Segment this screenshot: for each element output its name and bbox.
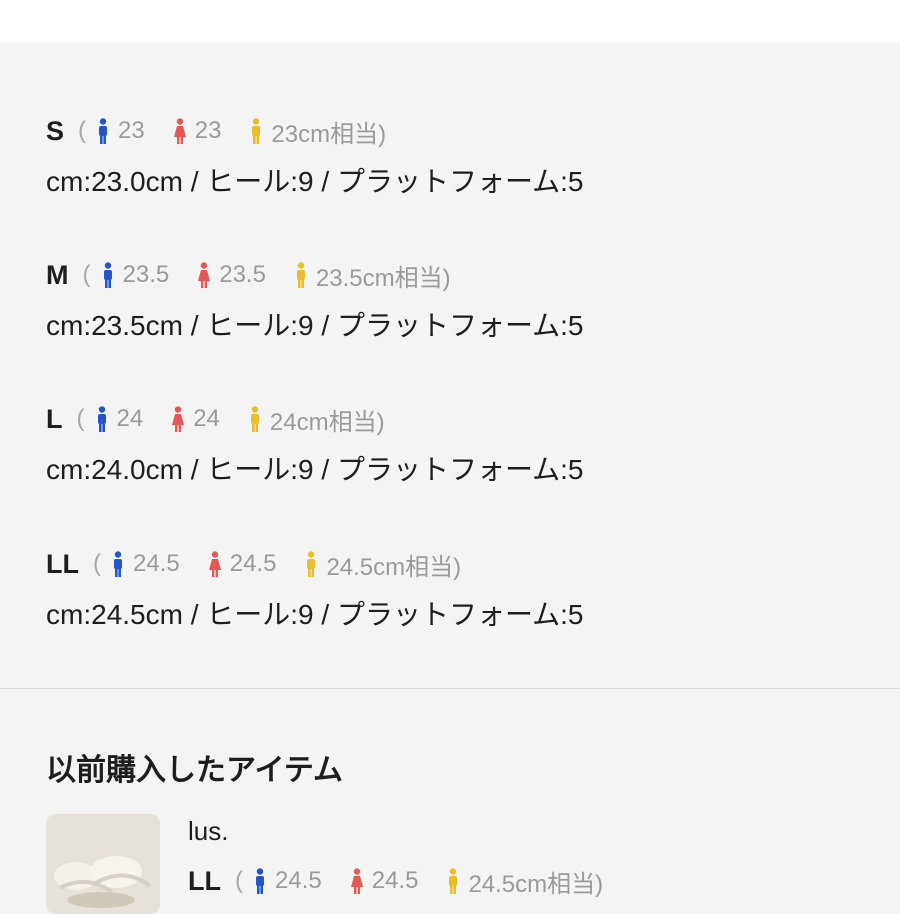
unisex-icon bbox=[307, 551, 316, 577]
unisex-icon bbox=[252, 118, 261, 144]
paren-open: ( bbox=[82, 261, 91, 288]
size-label: LL bbox=[188, 865, 221, 896]
brand-name: lus. bbox=[188, 816, 229, 846]
male-icon bbox=[99, 118, 108, 144]
size-row-s: S ( 23 23 23cm相当) cm:23.0cm / ヒール:9 / プラ… bbox=[46, 112, 583, 200]
paren-open: ( bbox=[93, 550, 101, 577]
unisex-icon bbox=[296, 262, 305, 288]
male-icon bbox=[256, 868, 264, 894]
size-label: S bbox=[46, 115, 65, 146]
size-spec: cm:23.5cm / ヒール:9 / プラットフォーム:5 bbox=[46, 310, 584, 341]
size-label: LL bbox=[46, 548, 79, 579]
size-header: S ( 23 23 23cm相当) bbox=[46, 112, 583, 150]
sandal-image bbox=[46, 814, 160, 914]
paren-open: ( bbox=[235, 867, 243, 894]
size-spec: cm:24.0cm / ヒール:9 / プラットフォーム:5 bbox=[46, 454, 584, 485]
female-icon bbox=[173, 118, 186, 144]
unisex-icon bbox=[449, 868, 458, 894]
section-divider bbox=[0, 688, 900, 689]
unisex-size-value: 24.5cm相当) bbox=[468, 870, 604, 898]
female-icon bbox=[198, 262, 211, 288]
male-icon bbox=[114, 551, 122, 577]
size-header: L ( 24 24 24cm相当) bbox=[46, 400, 583, 438]
top-bar bbox=[0, 0, 900, 42]
female-icon bbox=[172, 406, 185, 432]
male-size-value: 24.5 bbox=[133, 550, 180, 577]
male-icon bbox=[103, 262, 112, 288]
female-size-value: 23 bbox=[194, 117, 222, 144]
unisex-icon bbox=[250, 406, 259, 432]
unisex-size-value: 23.5cm相当) bbox=[315, 264, 451, 292]
size-header: LL ( 24.5 24.5 24.5cm相当) bbox=[46, 545, 583, 583]
section-title: 以前購入したアイテム bbox=[46, 754, 343, 787]
unisex-size-value: 23cm相当) bbox=[271, 120, 387, 148]
male-size-value: 23 bbox=[118, 117, 145, 144]
product-thumbnail[interactable] bbox=[46, 814, 160, 914]
male-size-value: 23.5 bbox=[122, 261, 170, 288]
size-label: M bbox=[46, 259, 69, 290]
male-size-value: 24 bbox=[116, 405, 144, 432]
size-label: L bbox=[46, 403, 63, 434]
unisex-size-value: 24cm相当) bbox=[269, 408, 385, 436]
female-size-value: 24.5 bbox=[371, 867, 419, 894]
male-icon bbox=[97, 406, 106, 432]
size-row-ll: LL ( 24.5 24.5 24.5cm相当) cm:24.5cm / ヒール… bbox=[46, 545, 583, 633]
size-row-m: M ( 23.5 23.5 23.5cm相当) cm:23.5cm / ヒール:… bbox=[46, 256, 583, 344]
size-row-l: L ( 24 24 24cm相当) cm:24.0cm / ヒール:9 / プラ… bbox=[46, 400, 583, 488]
size-header: M ( 23.5 23.5 23.5cm相当) bbox=[46, 256, 583, 294]
female-icon bbox=[208, 551, 221, 577]
paren-open: ( bbox=[76, 405, 85, 432]
paren-open: ( bbox=[78, 117, 87, 144]
unisex-size-value: 24.5cm相当) bbox=[326, 553, 462, 581]
size-spec: cm:23.0cm / ヒール:9 / プラットフォーム:5 bbox=[46, 166, 584, 197]
female-size-value: 24 bbox=[193, 405, 220, 432]
purchased-item[interactable]: lus. LL ( 24.5 24.5 24.5cm相当) bbox=[188, 816, 603, 900]
female-icon bbox=[350, 868, 363, 894]
size-spec: cm:24.5cm / ヒール:9 / プラットフォーム:5 bbox=[46, 599, 584, 630]
female-size-value: 24.5 bbox=[229, 550, 277, 577]
male-size-value: 24.5 bbox=[275, 867, 322, 894]
purchased-size-header: LL ( 24.5 24.5 24.5cm相当) bbox=[188, 862, 603, 900]
female-size-value: 23.5 bbox=[219, 261, 266, 288]
